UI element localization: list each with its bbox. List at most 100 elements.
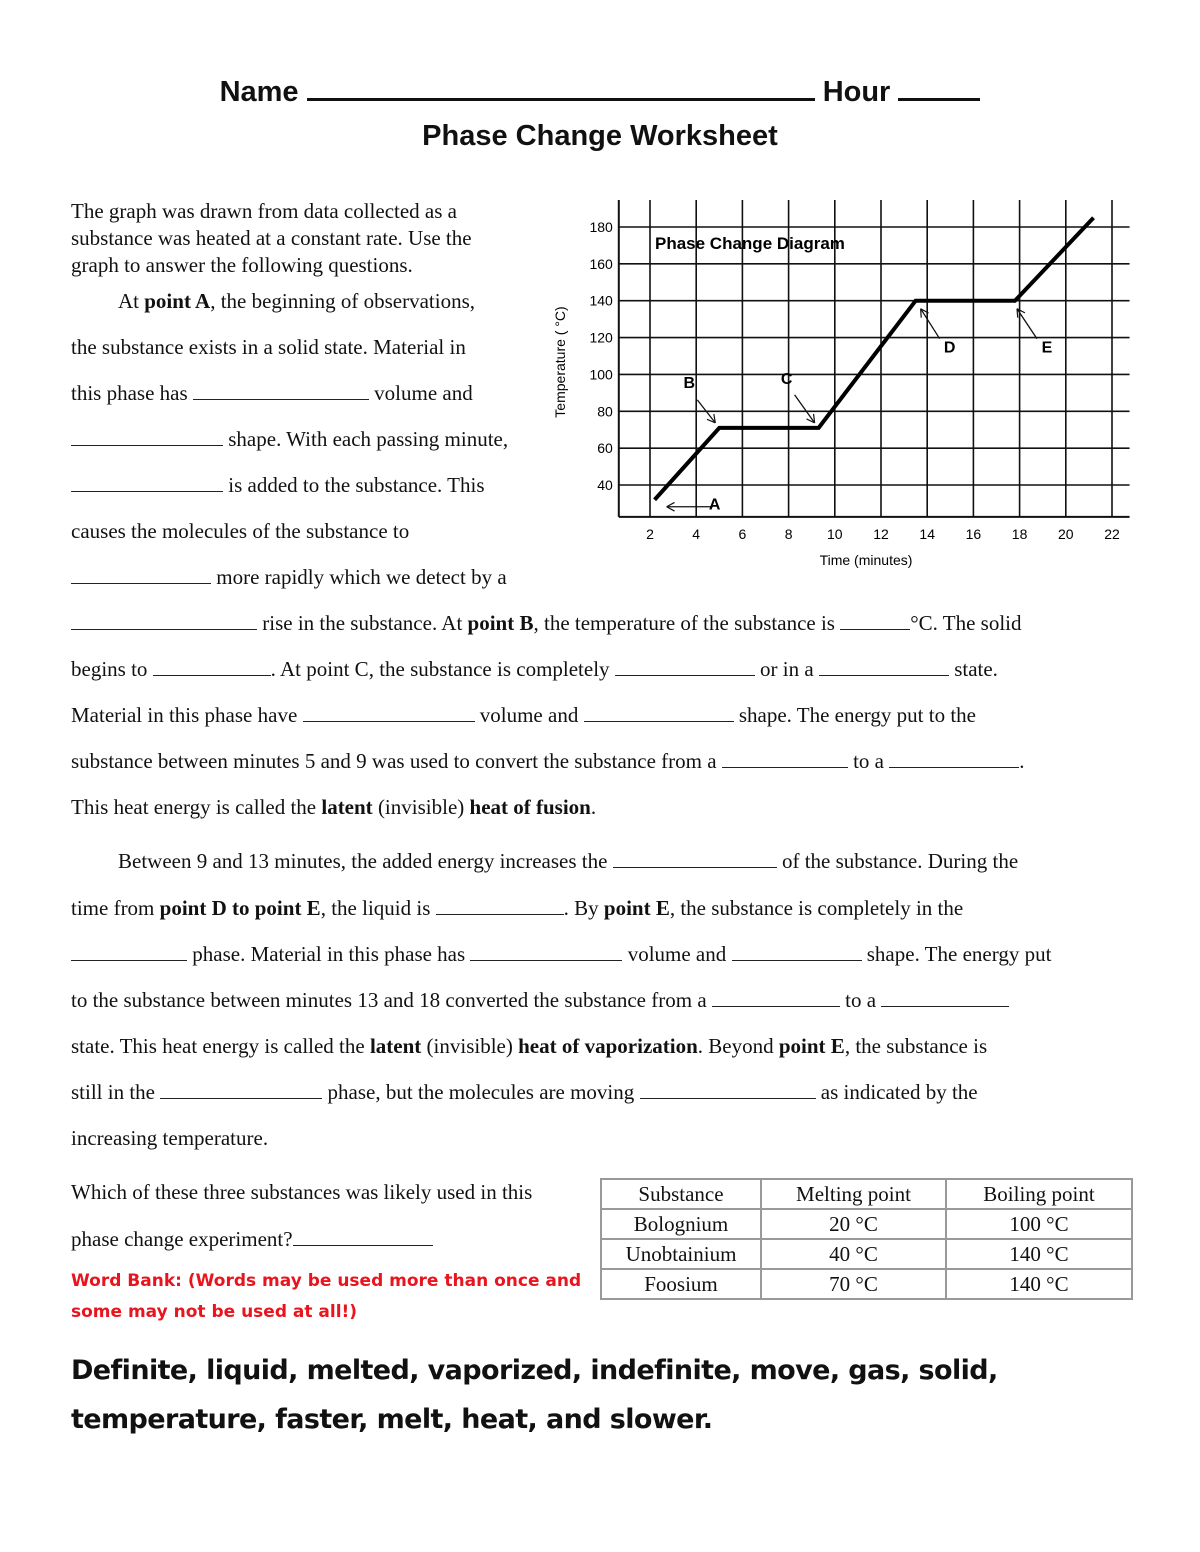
x-tick-label: 20 <box>1058 526 1074 542</box>
chart-series <box>653 216 1095 502</box>
table-cell: 20 °C <box>760 1208 947 1240</box>
phase-change-chart: 2 4 6 8 10 12 14 16 18 20 22406080100120140160180 … <box>552 200 1130 568</box>
word-bank-words: temperature, faster, melt, heat, and slo… <box>71 1404 713 1435</box>
table-row: Foosium 70 °C 140 °C <box>600 1268 1133 1300</box>
para1-line: causes the molecules of the substance to <box>71 519 410 543</box>
annotation-label-b: B <box>684 375 696 392</box>
hour-field[interactable] <box>898 76 981 101</box>
x-tick-label: 16 <box>966 526 982 542</box>
y-tick-label: 180 <box>589 219 613 235</box>
answer-blank[interactable] <box>152 659 271 676</box>
answer-blank[interactable] <box>71 944 187 961</box>
table-cell: 100 °C <box>945 1208 1133 1240</box>
name-label: Name <box>219 76 299 108</box>
word-bank-words: Definite, liquid, melted, vaporized, ind… <box>71 1355 998 1386</box>
y-tick-label: 80 <box>597 403 613 419</box>
answer-blank[interactable] <box>639 1082 816 1099</box>
annotation-arrow-d <box>920 308 941 340</box>
answer-blank[interactable] <box>881 990 1010 1007</box>
para1-line: shape. With each passing minute, <box>71 427 508 452</box>
name-hour-row: Name Hour <box>0 76 1200 109</box>
x-tick-label: 12 <box>873 526 889 542</box>
table-cell: 140 °C <box>945 1268 1133 1300</box>
answer-blank[interactable] <box>302 705 475 722</box>
answer-blank[interactable] <box>160 1082 323 1099</box>
answer-blank[interactable] <box>71 567 211 584</box>
para2-line: time from point D to point E, the liquid… <box>71 896 964 920</box>
table-header: Melting point <box>760 1178 947 1210</box>
x-tick-label: 14 <box>919 526 935 542</box>
intro-line: graph to answer the following questions. <box>71 253 413 277</box>
table-row: Bolognium 20 °C 100 °C <box>600 1208 1133 1240</box>
table-header: Boiling point <box>945 1178 1133 1210</box>
name-field[interactable] <box>306 76 815 101</box>
table-header-row: Substance Melting point Boiling point <box>600 1178 1133 1210</box>
para2-line: phase. Material in this phase has volume… <box>71 942 1051 967</box>
table-cell: Foosium <box>600 1268 762 1300</box>
y-tick-label: 100 <box>589 366 613 382</box>
table-cell: 70 °C <box>760 1268 947 1300</box>
y-tick-label: 40 <box>597 477 613 493</box>
answer-blank[interactable] <box>435 898 564 915</box>
answer-blank[interactable] <box>583 705 734 722</box>
y-tick-label: 140 <box>589 293 613 309</box>
page-title: Phase Change Worksheet <box>422 120 778 152</box>
question-line: phase change experiment? <box>71 1227 433 1252</box>
intro-line: substance was heated at a constant rate.… <box>71 226 472 250</box>
question-line: Which of these three substances was like… <box>71 1180 533 1204</box>
x-tick-label: 4 <box>692 526 700 542</box>
para1-line: is added to the substance. This <box>71 473 485 498</box>
word-bank-label: some may not be used at all!) <box>71 1302 358 1322</box>
answer-blank[interactable] <box>470 944 623 961</box>
para2-line: state. This heat energy is called the la… <box>71 1034 988 1058</box>
answer-blank[interactable] <box>840 613 911 630</box>
annotation-arrow-c <box>794 394 816 424</box>
para1-line: rise in the substance. At point B, the t… <box>71 611 1022 636</box>
answer-blank[interactable] <box>889 751 1020 768</box>
para1-line: substance between minutes 5 and 9 was us… <box>71 749 1025 773</box>
table-cell: 140 °C <box>945 1238 1133 1270</box>
para1-line: begins to . At point C, the substance is… <box>71 657 998 681</box>
answer-blank[interactable] <box>818 659 949 676</box>
para2-line: increasing temperature. <box>71 1126 269 1150</box>
y-tick-label: 60 <box>597 440 613 456</box>
hour-label: Hour <box>822 76 891 108</box>
answer-blank[interactable] <box>71 429 223 446</box>
answer-blank[interactable] <box>612 851 777 868</box>
word-bank-label: Word Bank: (Words may be used more than … <box>71 1271 582 1291</box>
para2-line: to the substance between minutes 13 and … <box>71 988 1010 1013</box>
para1-line: this phase has volume and <box>71 381 473 405</box>
answer-blank[interactable] <box>71 613 257 630</box>
x-tick-label: 18 <box>1012 526 1028 542</box>
para1-line: Material in this phase have volume and s… <box>71 703 976 727</box>
x-axis-label: Time (minutes) <box>820 552 913 568</box>
answer-blank[interactable] <box>614 659 755 676</box>
x-tick-label: 22 <box>1104 526 1120 542</box>
answer-blank[interactable] <box>731 944 862 961</box>
answer-blank[interactable] <box>71 475 223 492</box>
answer-blank[interactable] <box>292 1229 433 1246</box>
answer-blank[interactable] <box>711 990 840 1007</box>
temperature-line <box>653 216 1095 502</box>
para1-line: the substance exists in a solid state. M… <box>71 335 466 359</box>
table-cell: Unobtainium <box>600 1238 762 1270</box>
answer-blank[interactable] <box>721 751 848 768</box>
table-cell: Bolognium <box>600 1208 762 1240</box>
chart-title: Phase Change Diagram <box>655 234 845 253</box>
y-tick-label: 160 <box>589 256 613 272</box>
table-header: Substance <box>600 1178 762 1210</box>
answer-blank[interactable] <box>192 383 369 400</box>
annotation-label-d: D <box>944 340 956 357</box>
substance-table: Substance Melting point Boiling point Bo… <box>600 1178 1133 1300</box>
y-tick-label: 120 <box>589 330 613 346</box>
annotation-label-c: C <box>781 371 793 388</box>
intro-line: The graph was drawn from data collected … <box>71 199 457 223</box>
y-axis-label: Temperature ( °C) <box>552 306 568 417</box>
x-tick-label: 6 <box>739 526 747 542</box>
para1-line: At point A, the beginning of observation… <box>118 289 475 313</box>
para2-line: Between 9 and 13 minutes, the added ener… <box>118 849 1019 873</box>
arrowhead <box>920 308 922 318</box>
table-row: Unobtainium 40 °C 140 °C <box>600 1238 1133 1270</box>
para1-line: This heat energy is called the latent (i… <box>71 795 597 819</box>
annotation-label-a: A <box>709 497 721 514</box>
